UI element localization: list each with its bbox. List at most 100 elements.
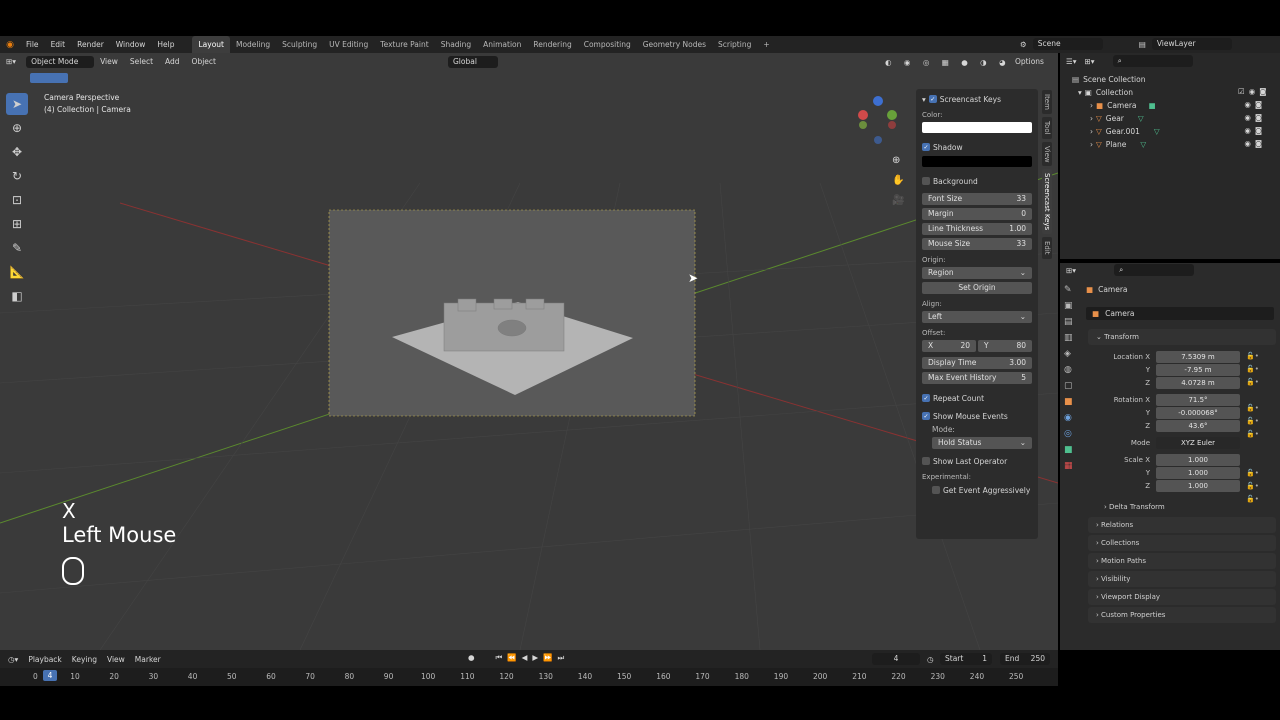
output-tab-icon[interactable]: ▤ [1064, 317, 1080, 327]
background-checkbox[interactable] [922, 177, 930, 185]
origin-dropdown[interactable]: Region ⌄ [922, 267, 1032, 279]
options-button[interactable]: Options [1010, 56, 1049, 68]
screencast-enable-checkbox[interactable]: ✓ [928, 95, 937, 103]
scale-tool-icon[interactable]: ⊡ [6, 189, 28, 211]
jump-end-icon[interactable]: ⏭ [558, 653, 565, 663]
margin-field[interactable]: Margin 0 [922, 208, 1032, 220]
shadow-checkbox[interactable]: ✓ [922, 143, 930, 151]
tab-sculpting[interactable]: Sculpting [276, 36, 323, 53]
set-origin-button[interactable]: Set Origin [922, 282, 1032, 294]
lock-icons[interactable]: 🔓• 🔓• 🔓• 🔓• 🔓• 🔓• 🔓• 🔓• 🔓• [1246, 350, 1259, 506]
max-history-field[interactable]: Max Event History 5 [922, 372, 1032, 384]
tab-screencast-keys[interactable]: Screencast Keys [1042, 169, 1052, 235]
object-name-field[interactable]: ■ Camera [1086, 307, 1274, 320]
align-dropdown[interactable]: Left ⌄ [922, 311, 1032, 323]
custom-properties-header[interactable]: › Custom Properties [1088, 607, 1276, 623]
menu-file[interactable]: File [20, 36, 45, 53]
measure-tool-icon[interactable]: 📐 [6, 261, 28, 283]
get-event-checkbox[interactable] [932, 486, 940, 494]
tab-item[interactable]: Item [1042, 90, 1052, 114]
start-frame-field[interactable]: Start 1 [940, 653, 992, 665]
tab-rendering[interactable]: Rendering [527, 36, 577, 53]
editor-type-icon[interactable]: ☰▾ [1066, 57, 1077, 66]
tab-tool[interactable]: Tool [1042, 116, 1052, 139]
tab-view[interactable]: View [1042, 141, 1052, 167]
location-x-field[interactable]: 7.5309 m [1156, 350, 1240, 363]
transform-panel-header[interactable]: ⌄ Transform [1088, 329, 1276, 345]
collections-header[interactable]: › Collections [1088, 535, 1276, 551]
panel-collapse-icon[interactable]: ▾ [922, 95, 926, 104]
editor-type-icon[interactable]: ◷▾ [8, 655, 18, 664]
add-cube-tool-icon[interactable]: ◧ [6, 285, 28, 307]
relations-header[interactable]: › Relations [1088, 517, 1276, 533]
shading-icons[interactable]: ◐ ◉ ◎ ▦ ● ◑ ◕ [885, 58, 1011, 67]
next-keyframe-icon[interactable]: ⏩ [543, 653, 552, 663]
menu-window[interactable]: Window [110, 36, 152, 53]
location-y-field[interactable]: -7.95 m [1156, 363, 1240, 376]
properties-search-input[interactable]: ⌕ [1114, 264, 1195, 276]
shadow-color-swatch[interactable] [922, 156, 1032, 167]
prev-keyframe-icon[interactable]: ⏪ [507, 653, 516, 663]
scale-z-field[interactable]: 1.000 [1156, 479, 1240, 492]
render-tab-icon[interactable]: ▣ [1064, 301, 1080, 311]
view-layer-field[interactable]: ViewLayer [1151, 38, 1232, 50]
play-icon[interactable]: ▶ [532, 653, 538, 663]
orientation-dropdown[interactable]: Global [448, 56, 498, 68]
scale-x-field[interactable]: 1.000 [1156, 453, 1240, 466]
line-thickness-field[interactable]: Line Thickness 1.00 [922, 223, 1032, 235]
rotation-x-field[interactable]: 71.5° [1156, 393, 1240, 406]
show-mouse-checkbox[interactable]: ✓ [922, 412, 930, 420]
tab-shading[interactable]: Shading [435, 36, 477, 53]
repeat-count-checkbox[interactable]: ✓ [922, 394, 930, 402]
menu-add[interactable]: Add [159, 55, 186, 69]
editor-type-icon[interactable]: ⊞▾ [1066, 266, 1076, 275]
offset-y-field[interactable]: Y 80 [978, 340, 1032, 352]
select-box-icon[interactable] [30, 73, 68, 83]
mode-dropdown[interactable]: Object Mode [26, 56, 95, 68]
menu-object[interactable]: Object [186, 55, 222, 69]
rotation-mode-dropdown[interactable]: XYZ Euler [1156, 436, 1240, 449]
delta-transform-header[interactable]: › Delta Transform [1096, 499, 1276, 515]
display-time-field[interactable]: Display Time 3.00 [922, 357, 1032, 369]
menu-marker[interactable]: Marker [135, 655, 161, 664]
menu-keying[interactable]: Keying [72, 655, 97, 664]
select-tool-icon[interactable]: ➤ [6, 93, 28, 115]
visibility-toggles[interactable]: ☑◉◙ ◉◙ ◉◙ ◉◙ ◉◙ [1238, 85, 1271, 150]
editor-type-icon[interactable]: ⊞▾ [0, 55, 22, 69]
show-last-operator-checkbox[interactable] [922, 457, 930, 465]
menu-view[interactable]: View [94, 55, 124, 69]
filter-icon[interactable]: ⊞▾ [1085, 57, 1095, 66]
location-z-field[interactable]: 4.0728 m [1156, 376, 1240, 389]
tab-modeling[interactable]: Modeling [230, 36, 276, 53]
blender-logo-icon[interactable]: ◉ [0, 40, 20, 50]
frame-ruler[interactable]: 4 0 10 20 30 40 50 60 70 80 90 100 110 120 130 140 150 1… [0, 668, 1058, 686]
cursor-tool-icon[interactable]: ⊕ [6, 117, 28, 139]
tool-tab-icon[interactable]: ✎ [1064, 285, 1080, 295]
mouse-mode-dropdown[interactable]: Hold Status ⌄ [932, 437, 1032, 449]
motion-paths-header[interactable]: › Motion Paths [1088, 553, 1276, 569]
tab-scripting[interactable]: Scripting [712, 36, 757, 53]
menu-select[interactable]: Select [124, 55, 159, 69]
tab-texture-paint[interactable]: Texture Paint [374, 36, 434, 53]
tab-geometry-nodes[interactable]: Geometry Nodes [637, 36, 712, 53]
mouse-size-field[interactable]: Mouse Size 33 [922, 238, 1032, 250]
view-layer-tab-icon[interactable]: ▥ [1064, 333, 1080, 343]
menu-render[interactable]: Render [71, 36, 110, 53]
color-swatch[interactable] [922, 122, 1032, 133]
tab-compositing[interactable]: Compositing [578, 36, 637, 53]
menu-help[interactable]: Help [151, 36, 180, 53]
menu-view[interactable]: View [107, 655, 125, 664]
font-size-field[interactable]: Font Size 33 [922, 193, 1032, 205]
scene-field[interactable]: Scene [1032, 38, 1103, 50]
3d-viewport[interactable]: ⊞▾ Object Mode View Select Add Object Gl… [0, 53, 1058, 650]
record-icon[interactable]: ● [468, 653, 475, 663]
outliner-search-input[interactable]: ⌕ [1112, 55, 1193, 67]
rotation-y-field[interactable]: -0.000068° [1156, 406, 1240, 419]
end-frame-field[interactable]: End 250 [1000, 653, 1050, 665]
annotate-tool-icon[interactable]: ✎ [6, 237, 28, 259]
transform-tool-icon[interactable]: ⊞ [6, 213, 28, 235]
navigation-gizmo[interactable]: ⊕ ✋ 🎥 [852, 93, 904, 213]
menu-playback[interactable]: Playback [28, 655, 61, 664]
play-reverse-icon[interactable]: ◀ [522, 653, 528, 663]
move-tool-icon[interactable]: ✥ [6, 141, 28, 163]
